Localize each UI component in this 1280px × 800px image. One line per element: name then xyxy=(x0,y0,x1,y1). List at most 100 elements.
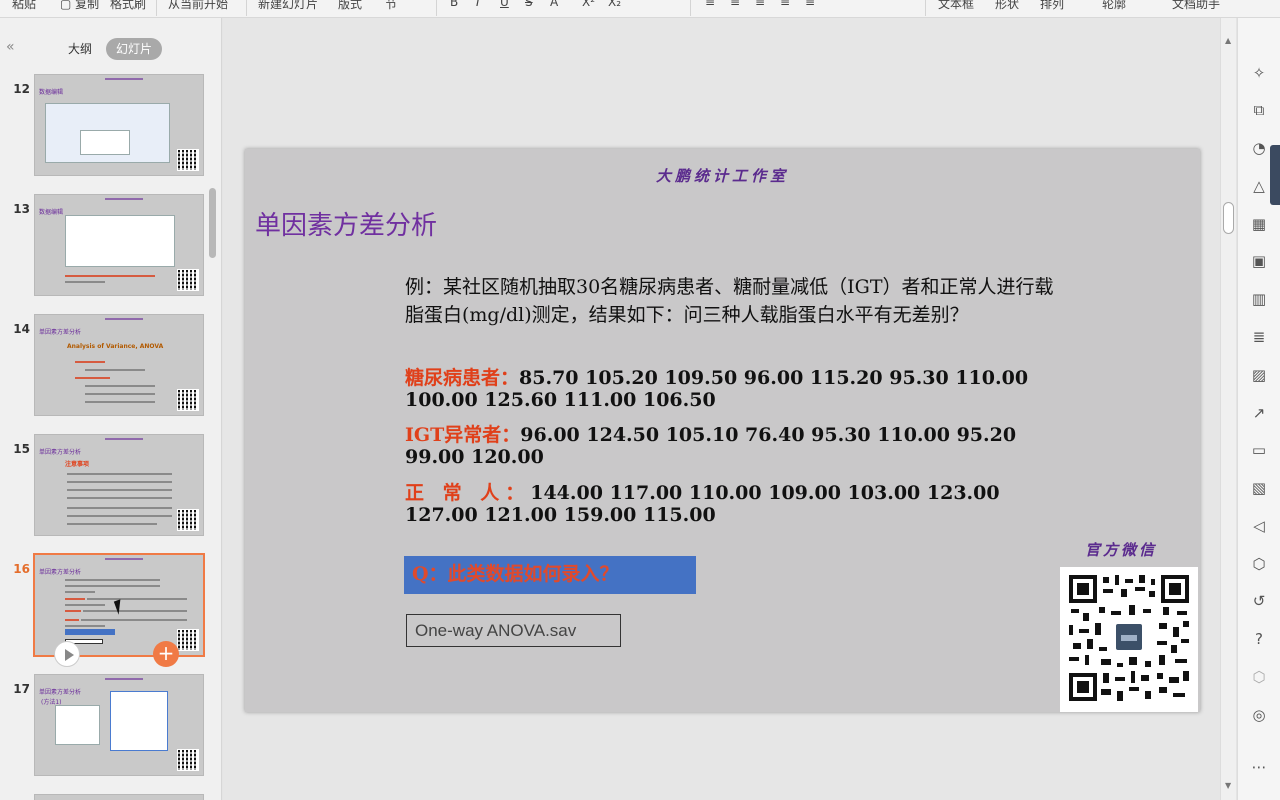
layout-button[interactable]: 版式 xyxy=(338,0,362,12)
slide-thumbnail-13[interactable]: 数据编辑 xyxy=(34,194,204,296)
thumbnail-scrollbar[interactable] xyxy=(209,188,216,258)
add-slide-button[interactable]: + xyxy=(153,641,179,667)
speaker-icon[interactable]: ◁ xyxy=(1250,517,1268,535)
thumb-text-line xyxy=(65,619,79,621)
star-icon[interactable]: ✧ xyxy=(1250,64,1268,82)
studio-header: 大鹏统计工作室 xyxy=(655,167,789,185)
paste-button[interactable]: 粘贴 xyxy=(12,0,36,12)
group-diabetic[interactable]: 糖尿病患者：85.70 105.20 109.50 96.00 115.20 9… xyxy=(405,367,1065,411)
thumb-text-line xyxy=(75,377,110,379)
slide-thumbnail-15[interactable]: 单因素方差分析 注意事项 xyxy=(34,434,204,536)
scroll-down-icon[interactable]: ▼ xyxy=(1225,781,1231,790)
group-igt[interactable]: IGT异常者：96.00 124.50 105.10 76.40 95.30 1… xyxy=(405,424,1065,468)
slide-thumbnail-14[interactable]: 单因素方差分析 Analysis of Variance, ANOVA xyxy=(34,314,204,416)
tab-slides[interactable]: 幻灯片 xyxy=(106,38,163,60)
play-from-current-button[interactable]: 从当前开始 xyxy=(168,0,228,12)
collapse-pane-icon[interactable]: « xyxy=(6,39,15,55)
slide-thumbnail-18[interactable] xyxy=(34,794,204,800)
history-icon[interactable]: ↺ xyxy=(1250,592,1268,610)
slide-thumbnail-pane: « 大纲 幻灯片 12 数据编辑 13 数据编辑 14 单因素方差分析 Anal… xyxy=(0,18,222,800)
image-edit-icon[interactable]: ▨ xyxy=(1250,366,1268,384)
slide-title[interactable]: 单因素方差分析 xyxy=(255,205,437,242)
subscript-button[interactable]: X₂ xyxy=(608,0,621,9)
thumb-text-line xyxy=(81,619,187,621)
qr-code-icon xyxy=(177,269,199,291)
font-color-button[interactable]: A xyxy=(550,0,558,9)
superscript-button[interactable]: X² xyxy=(582,0,595,9)
scroll-up-icon[interactable]: ▲ xyxy=(1225,36,1231,45)
thumb-text-line xyxy=(67,515,172,517)
justify-icon[interactable]: ≡ xyxy=(780,0,790,9)
more-icon[interactable]: ⋯ xyxy=(1250,758,1268,776)
picture-icon[interactable]: ▧ xyxy=(1250,479,1268,497)
thumb-text-line xyxy=(65,275,155,277)
thumb-text-line xyxy=(67,489,172,491)
toolbar-divider xyxy=(925,0,926,16)
thumb-title: 单因素方差分析 xyxy=(39,329,82,336)
play-slide-button[interactable] xyxy=(54,641,80,667)
cube-icon[interactable]: ⬡ xyxy=(1250,668,1268,686)
copy-button[interactable]: ▢ 复制 xyxy=(60,0,99,12)
thumb-screenshot xyxy=(65,215,175,267)
thumb-text-line xyxy=(65,281,105,283)
thumb-header xyxy=(105,198,143,200)
archive-icon[interactable]: ▭ xyxy=(1250,441,1268,459)
scrollbar-thumb[interactable] xyxy=(1223,202,1234,234)
thumb-text-line xyxy=(85,393,155,395)
thumb-text-line xyxy=(65,598,85,600)
underline-button[interactable]: U xyxy=(500,0,509,9)
thumb-text-line xyxy=(65,591,95,593)
badge-icon[interactable]: ⬡ xyxy=(1250,555,1268,573)
example-text[interactable]: 例：某社区随机抽取30名糖尿病患者、糖耐量减低（IGT）者和正常人进行载脂蛋白(… xyxy=(405,273,1065,329)
pie-icon[interactable]: ◔ xyxy=(1250,139,1268,157)
textbox-button[interactable]: 文本框 xyxy=(938,0,974,12)
file-link-box[interactable]: One-way ANOVA.sav xyxy=(406,614,621,647)
grid-icon[interactable]: ▣ xyxy=(1250,252,1268,270)
group-label: IGT异常者： xyxy=(405,424,521,446)
sliders-icon[interactable]: ≣ xyxy=(1250,328,1268,346)
thumb-text-line xyxy=(67,473,172,475)
table-icon[interactable]: ▦ xyxy=(1250,215,1268,233)
shape-button[interactable]: 形状 xyxy=(995,0,1019,12)
question-box[interactable]: Q：此类数据如何录入？ xyxy=(404,556,696,594)
thumb-header xyxy=(105,558,143,560)
group-label: 糖尿病患者： xyxy=(405,367,520,389)
distribute-icon[interactable]: ≡ xyxy=(805,0,815,9)
main-vertical-scrollbar[interactable]: ▲ ▼ xyxy=(1220,18,1236,800)
arrange-button[interactable]: 排列 xyxy=(1040,0,1064,12)
group-normal[interactable]: 正 常 人：144.00 117.00 110.00 109.00 103.00… xyxy=(405,482,1065,526)
thumb-heading: 注意事项 xyxy=(65,461,90,468)
sidebar-edge-tab[interactable] xyxy=(1270,145,1280,205)
italic-button[interactable]: I xyxy=(476,0,480,9)
slide-number: 14 xyxy=(13,322,30,336)
tab-outline[interactable]: 大纲 xyxy=(58,38,102,60)
slide-thumbnail-12[interactable]: 数据编辑 xyxy=(34,74,204,176)
share-icon[interactable]: ↗ xyxy=(1250,404,1268,422)
location-icon[interactable]: ◎ xyxy=(1250,706,1268,724)
section-button[interactable]: 节 xyxy=(385,0,397,12)
thumb-title: 数据编辑 xyxy=(39,209,64,216)
current-slide[interactable]: 大鹏统计工作室 单因素方差分析 例：某社区随机抽取30名糖尿病患者、糖耐量减低（… xyxy=(245,149,1200,712)
strikethrough-button[interactable]: S xyxy=(525,0,533,9)
help-icon[interactable]: ? xyxy=(1250,630,1268,648)
slide-editing-area: 大鹏统计工作室 单因素方差分析 例：某社区随机抽取30名糖尿病患者、糖耐量减低（… xyxy=(223,18,1220,800)
format-painter-button[interactable]: 格式刷 xyxy=(110,0,146,12)
shapes-icon[interactable]: ⧉ xyxy=(1250,101,1268,119)
bar-chart-icon[interactable]: ▥ xyxy=(1250,290,1268,308)
bold-button[interactable]: B xyxy=(450,0,458,9)
slide-thumbnail-17[interactable]: 单因素方差分析 (方法1) xyxy=(34,674,204,776)
thumb-text-line xyxy=(67,497,172,499)
document-assistant-button[interactable]: 文档助手 xyxy=(1172,0,1220,12)
slide-number: 13 xyxy=(13,202,30,216)
thumb-dialog xyxy=(80,130,130,155)
thumb-title: 单因素方差分析 xyxy=(39,449,82,456)
new-slide-button[interactable]: 新建幻灯片 xyxy=(258,0,318,12)
thumb-header xyxy=(105,438,143,440)
thumb-title: 单因素方差分析 xyxy=(39,689,82,696)
align-center-icon[interactable]: ≡ xyxy=(730,0,740,9)
triangle-icon[interactable]: △ xyxy=(1250,177,1268,195)
thumb-text-line xyxy=(65,610,81,612)
align-right-icon[interactable]: ≡ xyxy=(755,0,765,9)
outline-button[interactable]: 轮廓 xyxy=(1102,0,1126,12)
align-left-icon[interactable]: ≡ xyxy=(705,0,715,9)
